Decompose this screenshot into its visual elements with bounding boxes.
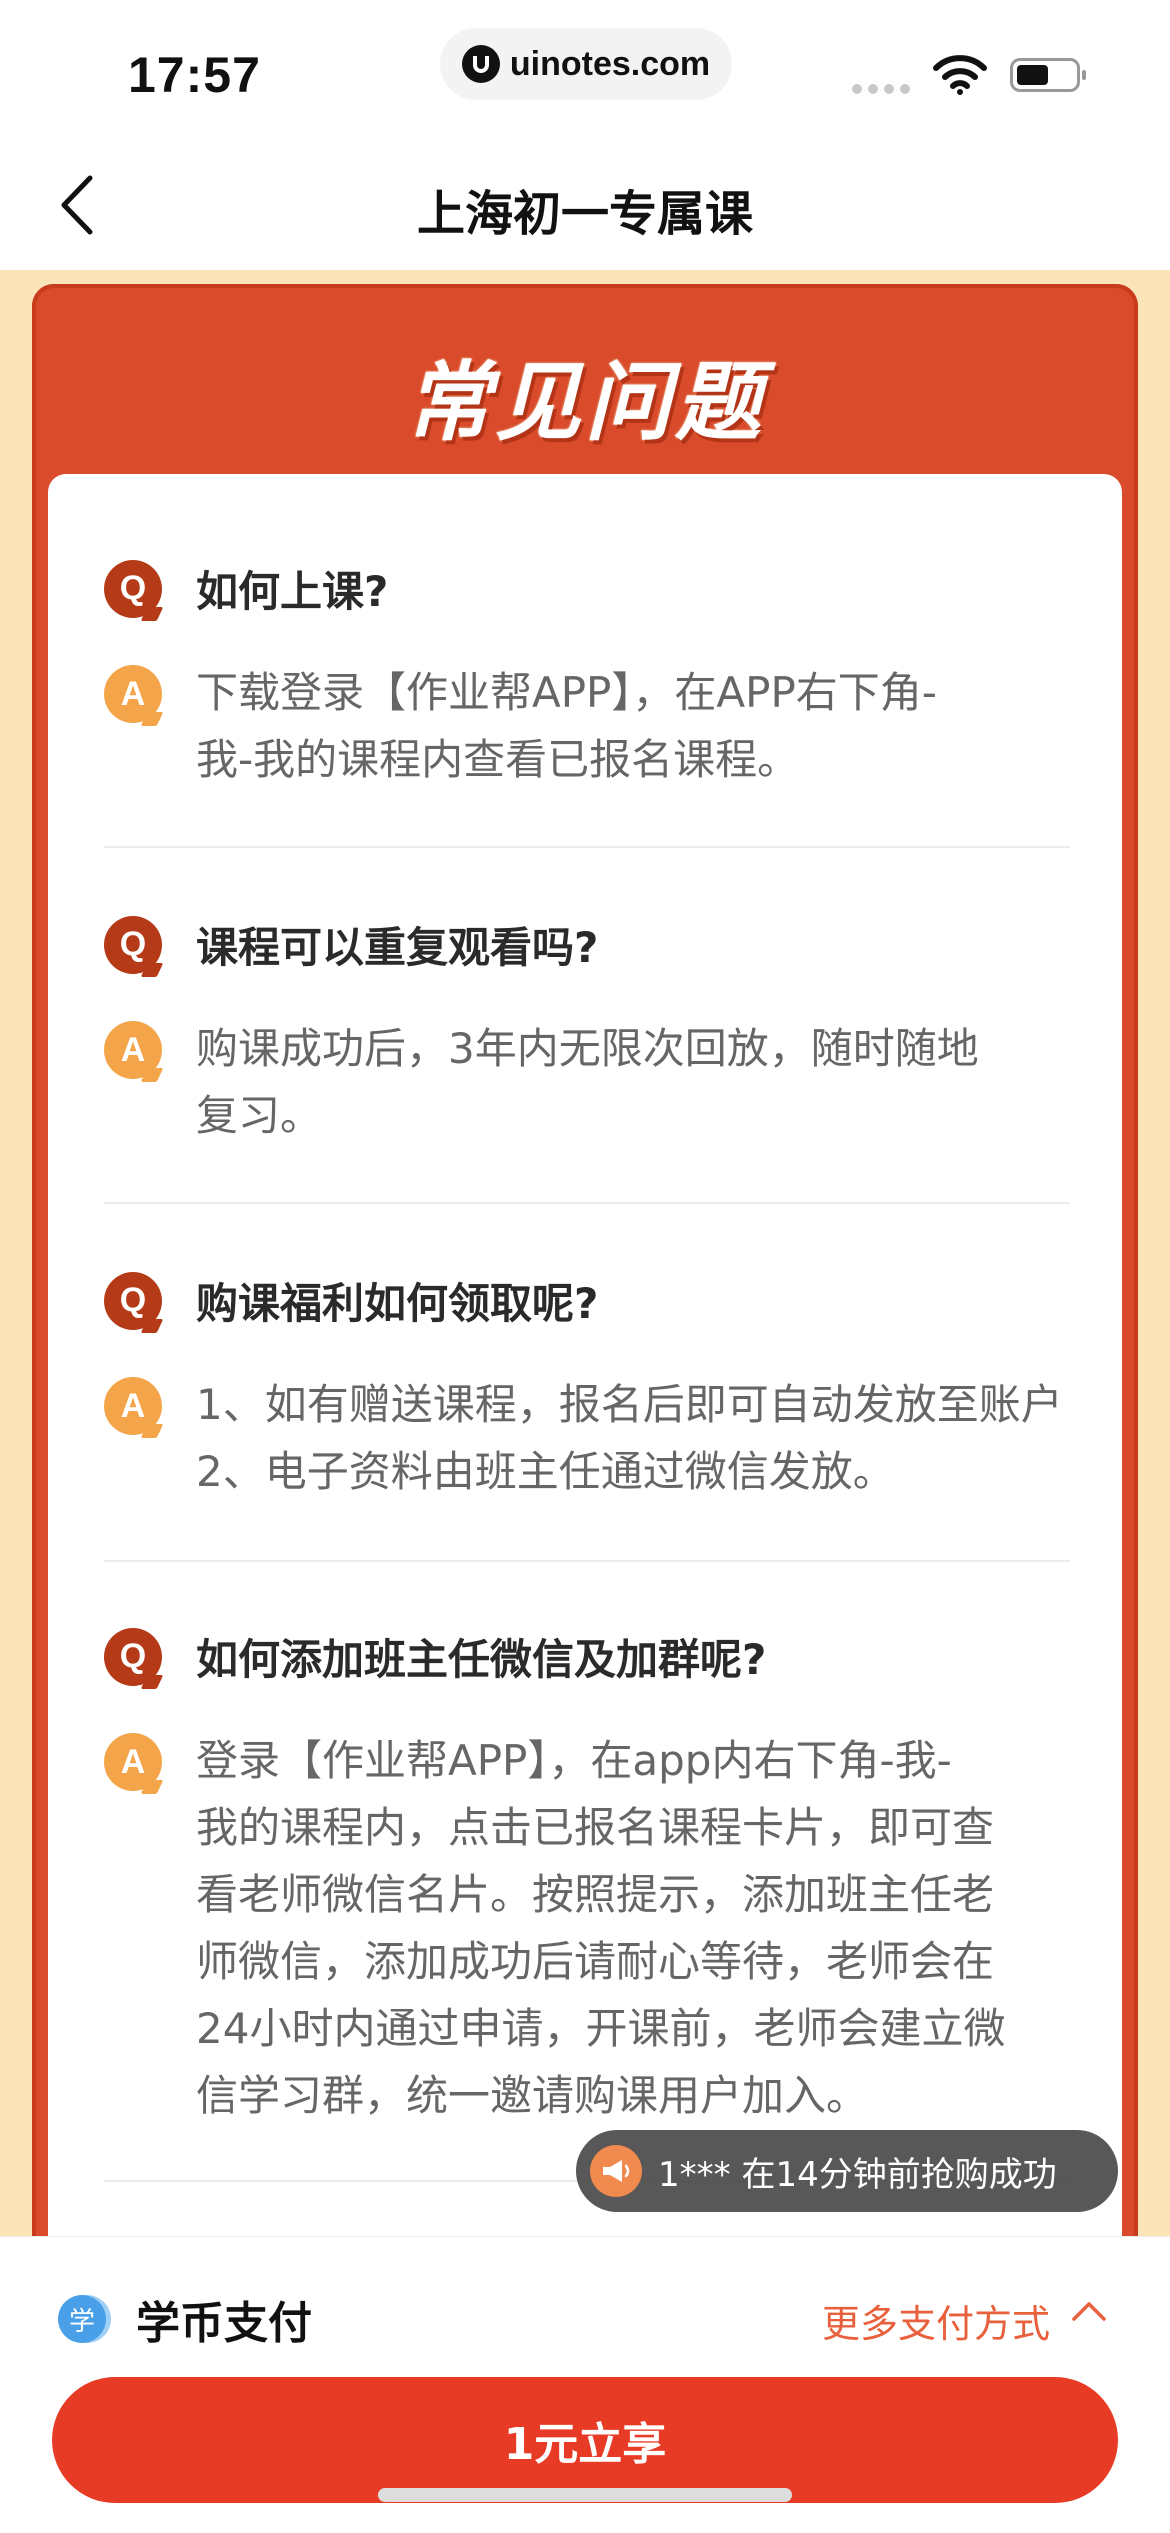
wifi-icon: [933, 55, 987, 95]
coin-icon: 学: [58, 2295, 106, 2343]
faq-item: Q 购课福利如何领取呢? A 1、如有赠送课程，报名后即可自动发放至账户 2、电…: [104, 1270, 1066, 1505]
divider: [104, 846, 1070, 848]
buy-button[interactable]: 1元立享: [52, 2377, 1118, 2503]
chevron-up-icon[interactable]: [1070, 2299, 1108, 2323]
faq-item: Q 如何上课? A 下载登录【作业帮APP】，在APP右下角- 我-我的课程内查…: [104, 558, 1066, 793]
cellular-signal-icon: [852, 84, 910, 94]
url-pill[interactable]: uinotes.com: [440, 28, 732, 100]
faq-question: 如何添加班主任微信及加群呢?: [196, 1635, 767, 1684]
site-logo-icon: [461, 45, 500, 83]
faq-question: 如何上课?: [196, 567, 389, 616]
nav-bar: 上海初一专属课: [0, 140, 1170, 270]
question-icon: Q: [104, 1271, 162, 1330]
faq-item: Q 如何添加班主任微信及加群呢? A 登录【作业帮APP】，在app内右下角-我…: [104, 1626, 1066, 2129]
faq-item: Q 课程可以重复观看吗? A 购课成功后，3年内无限次回放，随时随地 复习。: [104, 914, 1066, 1149]
page-title: 上海初一专属课: [416, 186, 753, 242]
answer-icon: A: [104, 1733, 162, 1791]
question-icon: Q: [104, 915, 162, 974]
toast-text: 1*** 在14分钟前抢购成功: [658, 2154, 1057, 2195]
faq-answer: 登录【作业帮APP】，在app内右下角-我- 我的课程内，点击已报名课程卡片，即…: [196, 1736, 1006, 2120]
status-bar: 17:57 uinotes.com: [0, 0, 1170, 140]
payment-method-label: 学币支付: [136, 2298, 312, 2349]
faq-answer: 下载登录【作业帮APP】，在APP右下角- 我-我的课程内查看已报名课程。: [196, 668, 937, 784]
megaphone-icon: [590, 2145, 642, 2197]
url-text: uinotes.com: [509, 44, 711, 83]
battery-icon: [1010, 58, 1086, 92]
answer-icon: A: [104, 1021, 162, 1079]
status-time: 17:57: [128, 47, 261, 103]
divider: [104, 1202, 1070, 1204]
answer-icon: A: [104, 1377, 162, 1435]
question-icon: Q: [104, 559, 162, 618]
faq-heading: 常见问题: [405, 353, 765, 453]
question-icon: Q: [104, 1627, 162, 1686]
faq-question: 课程可以重复观看吗?: [196, 923, 599, 972]
faq-answer: 1、如有赠送课程，报名后即可自动发放至账户 2、电子资料由班主任通过微信发放。: [196, 1380, 1063, 1496]
answer-icon: A: [104, 665, 162, 723]
home-indicator: [378, 2488, 792, 2502]
faq-card: 常见问题 Q 如何上课? A 下载登录【作业帮APP】，在APP右下角- 我-我…: [32, 284, 1138, 2374]
more-payment-link[interactable]: 更多支付方式: [822, 2293, 1050, 2348]
faq-panel: Q 如何上课? A 下载登录【作业帮APP】，在APP右下角- 我-我的课程内查…: [48, 474, 1122, 2374]
faq-question: 购课福利如何领取呢?: [196, 1279, 599, 1328]
purchase-toast: 1*** 在14分钟前抢购成功: [576, 2130, 1118, 2212]
divider: [104, 1560, 1070, 1562]
faq-answer: 购课成功后，3年内无限次回放，随时随地 复习。: [196, 1024, 979, 1140]
